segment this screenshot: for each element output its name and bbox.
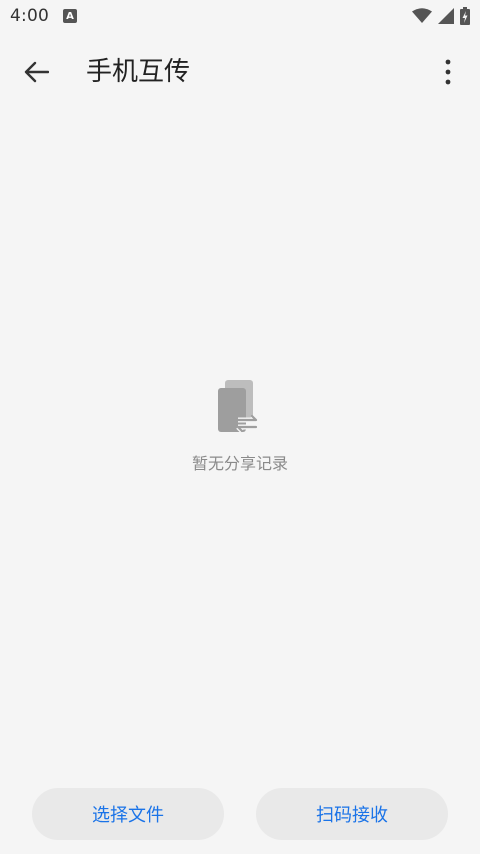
- bottom-actions: 选择文件 扫码接收: [32, 788, 448, 840]
- select-files-button[interactable]: 选择文件: [32, 788, 224, 840]
- status-left: 4:00 A: [10, 6, 77, 26]
- arrow-left-icon: [24, 61, 49, 83]
- phone-transfer-icon: [218, 380, 258, 433]
- signal-icon: [438, 8, 454, 24]
- empty-message: 暂无分享记录: [191, 454, 288, 473]
- back-button[interactable]: [18, 54, 54, 90]
- battery-charging-icon: [460, 7, 470, 25]
- status-bar: 4:00 A: [0, 0, 480, 32]
- more-options-button[interactable]: [436, 54, 460, 90]
- app-notification-icon: A: [62, 9, 77, 23]
- empty-state: 暂无分享记录: [0, 380, 480, 474]
- scan-receive-button[interactable]: 扫码接收: [256, 788, 448, 840]
- more-vert-icon: [445, 59, 451, 85]
- page-title: 手机互传: [86, 57, 191, 87]
- app-bar: 手机互传: [0, 40, 480, 104]
- status-time: 4:00: [10, 6, 49, 26]
- wifi-icon: [412, 8, 432, 23]
- status-right: [412, 7, 470, 25]
